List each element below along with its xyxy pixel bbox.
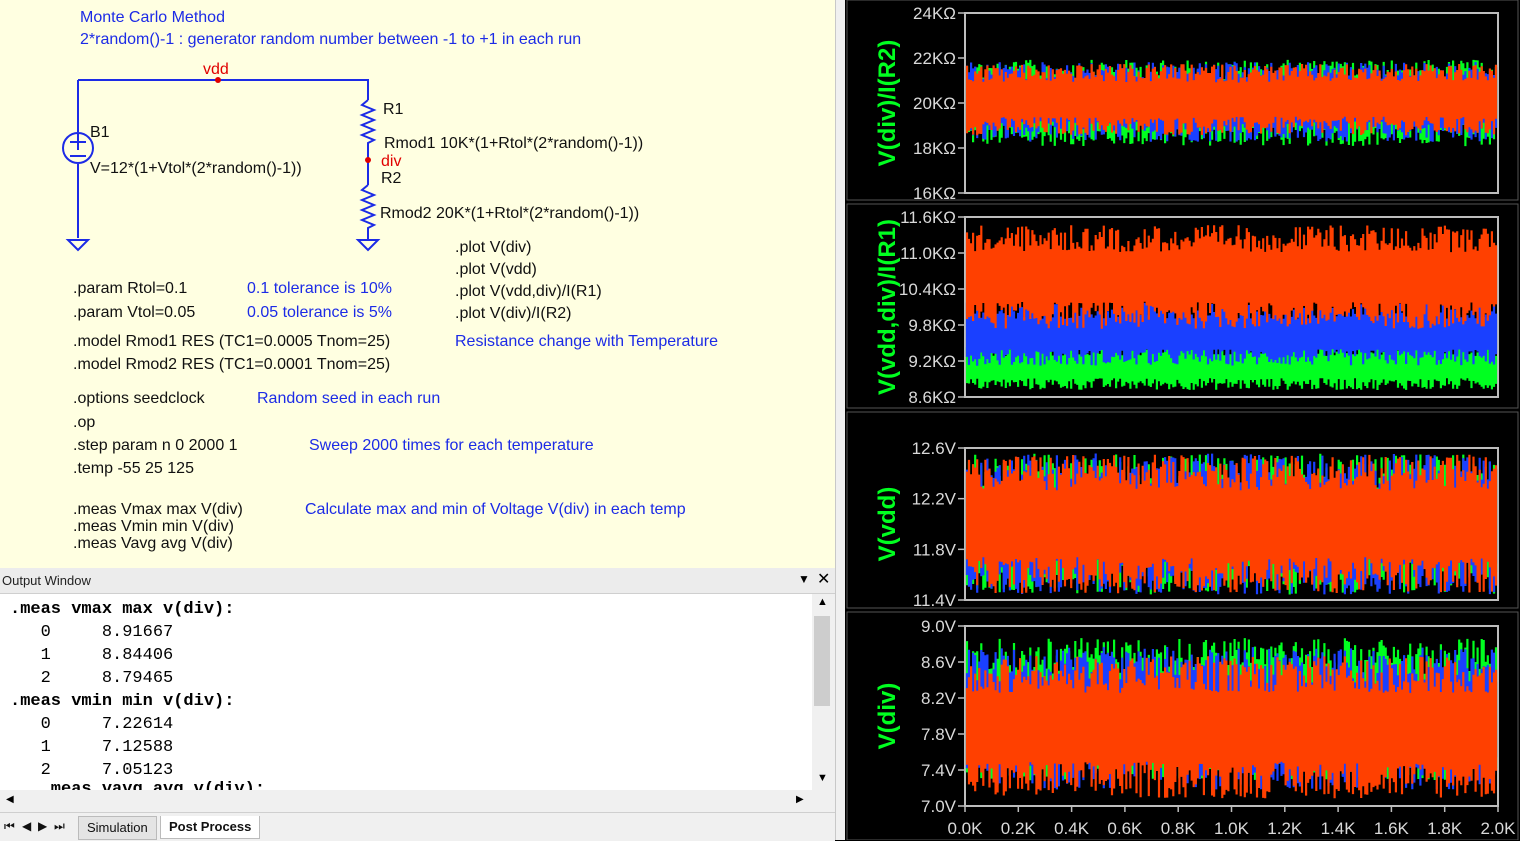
- resistor-r1-value[interactable]: Rmod1 10K*(1+Rtol*(2*random()-1)): [384, 135, 643, 153]
- output-window-header: Output Window ▼ ✕: [0, 568, 835, 594]
- scrollbar-thumb[interactable]: [814, 616, 830, 706]
- source-value[interactable]: V=12*(1+Vtol*(2*random()-1)): [90, 160, 302, 178]
- y-axis-label: V(div): [874, 683, 901, 750]
- options-directive[interactable]: .options seedclock: [73, 390, 205, 408]
- plot-directive[interactable]: .plot V(div)/I(R2): [455, 305, 571, 323]
- output-line: 1 7.12588: [10, 738, 174, 757]
- x-tick-label: 0.6K: [1107, 819, 1143, 838]
- output-text-area[interactable]: .meas vmax max v(div): 0 8.91667 1 8.844…: [0, 594, 812, 790]
- y-tick-label: 7.0V: [921, 797, 957, 816]
- model-rmod2[interactable]: .model Rmod2 RES (TC1=0.0001 Tnom=25): [73, 356, 390, 374]
- meas-directive[interactable]: .meas Vavg avg V(div): [73, 535, 233, 553]
- op-directive[interactable]: .op: [73, 414, 95, 432]
- output-line: 1 8.84406: [10, 646, 174, 665]
- x-tick-label: 0.8K: [1161, 819, 1197, 838]
- y-tick-label: 9.8KΩ: [908, 316, 956, 335]
- scroll-down-icon[interactable]: ▼: [817, 772, 828, 784]
- step-directive[interactable]: .step param n 0 2000 1: [73, 437, 238, 455]
- waveform-viewer[interactable]: 16KΩ 18KΩ 20KΩ 22KΩ 24KΩ V(div)/I(R2) 8.6KΩ 9.2…: [845, 0, 1520, 840]
- output-line: 0 8.91667: [10, 623, 174, 642]
- plot-directive[interactable]: .plot V(div): [455, 239, 531, 257]
- last-tab-icon[interactable]: ⏭: [54, 819, 65, 834]
- y-tick-label: 18KΩ: [913, 139, 956, 158]
- schematic-subtitle: 2*random()-1 : generator random number b…: [80, 31, 582, 48]
- source-name[interactable]: B1: [90, 124, 110, 142]
- y-tick-label: 11.4V: [913, 591, 957, 610]
- step-comment[interactable]: Sweep 2000 times for each temperature: [309, 437, 594, 455]
- model-rmod1[interactable]: .model Rmod1 RES (TC1=0.0005 Tnom=25): [73, 333, 390, 351]
- y-axis-label: V(vdd,div)/I(R1): [874, 219, 901, 395]
- output-line: .meas vmin min v(div):: [10, 692, 235, 711]
- y-tick-label: 11.6KΩ: [900, 208, 956, 227]
- y-tick-label: 7.8V: [921, 725, 957, 744]
- y-tick-label: 11.0KΩ: [900, 244, 956, 263]
- tab-post-process[interactable]: Post Process: [160, 816, 261, 839]
- x-tick-label: 0.4K: [1054, 819, 1090, 838]
- meas-directive[interactable]: .meas Vmin min V(div): [73, 518, 234, 536]
- output-line: .meas vmax max v(div):: [10, 600, 235, 619]
- meas-comment[interactable]: Calculate max and min of Voltage V(div) …: [305, 501, 686, 519]
- param-vtol-comment[interactable]: 0.05 tolerance is 5%: [247, 304, 392, 322]
- y-tick-label: 20KΩ: [913, 94, 956, 113]
- y-tick-label: 22KΩ: [913, 49, 956, 68]
- x-tick-label: 1.8K: [1427, 819, 1463, 838]
- net-label-vdd[interactable]: vdd: [203, 61, 229, 79]
- resistor-r1-name[interactable]: R1: [383, 101, 403, 119]
- y-axis-label: V(vdd): [874, 487, 901, 562]
- y-tick-label: 8.6KΩ: [908, 388, 956, 407]
- plot-directive[interactable]: .plot V(vdd,div)/I(R1): [455, 283, 602, 301]
- scroll-up-icon[interactable]: ▲: [817, 596, 828, 608]
- y-tick-label: 16KΩ: [913, 184, 956, 203]
- y-tick-label: 8.6V: [921, 653, 957, 672]
- x-tick-label: 1.4K: [1321, 819, 1357, 838]
- param-rtol[interactable]: .param Rtol=0.1: [73, 280, 187, 298]
- resistor-r2-name[interactable]: R2: [381, 170, 401, 188]
- param-rtol-comment[interactable]: 0.1 tolerance is 10%: [247, 280, 392, 298]
- resistor-r2-value[interactable]: Rmod2 20K*(1+Rtol*(2*random()-1)): [380, 205, 639, 223]
- x-tick-label: 1.6K: [1374, 819, 1410, 838]
- output-line: 2 7.05123: [10, 761, 174, 780]
- output-line: 2 8.79465: [10, 669, 174, 688]
- output-window: Output Window ▼ ✕ .meas vmax max v(div):…: [0, 568, 835, 841]
- vertical-scrollbar[interactable]: ▲ ▼: [812, 594, 834, 790]
- y-tick-label: 9.2KΩ: [908, 352, 956, 371]
- output-line: 0 7.22614: [10, 715, 174, 734]
- x-tick-label: 1.0K: [1214, 819, 1250, 838]
- dropdown-arrow-icon[interactable]: ▼: [798, 572, 810, 586]
- y-tick-label: 7.4V: [921, 761, 957, 780]
- prev-tab-icon[interactable]: ◀: [22, 819, 31, 833]
- x-tick-label: 2.0K: [1481, 819, 1517, 838]
- x-tick-label: 1.2K: [1267, 819, 1303, 838]
- horizontal-scrollbar[interactable]: ◀ ▶: [0, 790, 812, 812]
- net-label-div[interactable]: div: [381, 153, 401, 171]
- next-tab-icon[interactable]: ▶: [38, 819, 47, 833]
- scroll-left-icon[interactable]: ◀: [6, 794, 14, 805]
- y-tick-label: 12.6V: [912, 439, 957, 458]
- output-line: .meas vavg avg v(div):: [10, 780, 266, 790]
- y-tick-label: 10.4KΩ: [899, 280, 956, 299]
- y-tick-label: 11.8V: [913, 540, 957, 559]
- y-tick-label: 12.2V: [912, 490, 957, 509]
- output-tab-bar: ⏮ ◀ ▶ ⏭ Simulation Post Process: [0, 812, 835, 841]
- meas-directive[interactable]: .meas Vmax max V(div): [73, 501, 243, 519]
- schematic-title: Monte Carlo Method: [80, 9, 225, 26]
- schematic-editor[interactable]: Monte Carlo Method 2*random()-1 : genera…: [0, 0, 835, 568]
- first-tab-icon[interactable]: ⏮: [4, 819, 15, 834]
- waveform-plots-svg[interactable]: 16KΩ 18KΩ 20KΩ 22KΩ 24KΩ V(div)/I(R2) 8.6KΩ 9.2…: [845, 0, 1520, 840]
- plot-directive[interactable]: .plot V(vdd): [455, 261, 537, 279]
- tab-simulation[interactable]: Simulation: [78, 816, 157, 840]
- y-tick-label: 24KΩ: [913, 4, 956, 23]
- temp-directive[interactable]: .temp -55 25 125: [73, 460, 194, 478]
- close-icon[interactable]: ✕: [817, 569, 830, 589]
- output-window-title: Output Window: [2, 573, 91, 588]
- scroll-right-icon[interactable]: ▶: [796, 794, 804, 805]
- model-comment[interactable]: Resistance change with Temperature: [455, 333, 718, 351]
- param-vtol[interactable]: .param Vtol=0.05: [73, 304, 195, 322]
- y-tick-label: 8.2V: [921, 689, 957, 708]
- y-axis-label: V(div)/I(R2): [874, 40, 901, 167]
- y-tick-label: 9.0V: [921, 617, 957, 636]
- x-tick-label: 0.0K: [948, 819, 984, 838]
- options-comment[interactable]: Random seed in each run: [257, 390, 440, 408]
- x-tick-label: 0.2K: [1001, 819, 1037, 838]
